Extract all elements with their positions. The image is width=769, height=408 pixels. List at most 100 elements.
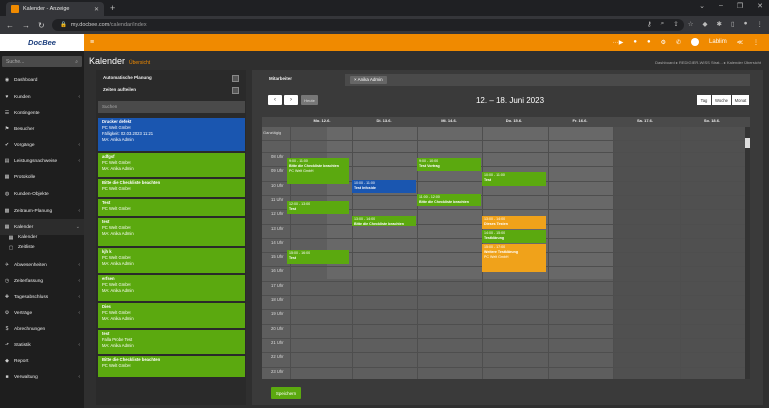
menu-dots-icon[interactable]: ⋮ [757,20,764,28]
key-icon[interactable]: ⚷ [647,20,652,28]
task-card[interactable]: Bitte die Checkliste beachten PC Welt Gmb… [98,356,245,378]
hour-label: 13 Uhr [271,225,284,231]
calendar-event[interactable]: 9:00 - 10:00 Test Vortrag [417,158,481,171]
calendar-event[interactable]: 9:00 - 11:00 Bitte die Checkliste beachte… [287,158,349,184]
close-window-icon[interactable]: ✕ [757,2,763,10]
play-icon[interactable]: ···▶ [613,39,624,46]
today-button[interactable]: Heute [301,95,318,105]
tab-close-icon[interactable]: ✕ [94,6,99,13]
next-week-button[interactable]: › [284,95,298,105]
split-times-checkbox[interactable] [232,87,239,94]
task-card[interactable]: Drucker defekt PC Welt GmbH Fälligkeit: 02… [98,118,245,152]
settings-icon[interactable]: ⚙ [661,39,666,46]
sidebar-item[interactable]: ✚ Tagesabschluss ‹ [0,289,84,305]
day-header: Mo. 12.6. [313,118,331,123]
reload-icon[interactable]: ↻ [38,21,45,30]
hamburger-icon[interactable]: ≡ [90,39,94,46]
sidebar-item[interactable]: ▤ Leistungsnachweise ‹ [0,153,84,169]
task-card[interactable]: erfsen PC Welt GmbH MA: Anika Admin [98,275,245,302]
scrollbar-thumb[interactable] [745,138,750,148]
sidebar-item[interactable]: ✈ Abwesenheiten ‹ [0,257,84,273]
sidepanel-icon[interactable]: ▯ [731,20,735,28]
prev-week-button[interactable]: ‹ [268,95,282,105]
sidebar-item[interactable]: $ Abrechnungen [0,321,84,337]
sidebar-item[interactable]: ▦ Protokolle [0,169,84,185]
url-field[interactable]: 🔒 my.docbee.com/calendar/index [52,19,684,31]
share-icon[interactable]: ⇪ [673,20,678,28]
task-card[interactable]: test PC Welt GmbH MA: Anika Admin [98,218,245,247]
task-card[interactable]: adfgsf PC Welt GmbH MA: Anika Admin [98,153,245,178]
search-icon[interactable]: ⌕ [75,59,78,65]
calendar-event[interactable]: 12:00 - 13:00 Test [287,201,349,214]
calendar-event[interactable]: 10:00 - 11:00 Test Infoside [352,180,416,193]
chevron-icon: ⌄ [75,224,80,230]
employee-select[interactable] [345,74,750,86]
task-search-input[interactable]: Suchen [98,101,245,113]
sidebar-item[interactable]: ◷ Zeiterfassung ‹ [0,273,84,289]
page-title: Kalender Übersicht [89,56,151,66]
chevron-down-icon[interactable]: ⌄ [699,2,705,10]
minimize-icon[interactable]: – [719,2,723,10]
notification-icon[interactable]: ● [633,39,637,45]
sidebar-item[interactable]: ✔ Vorgänge ‹ [0,137,84,153]
sidebar-item[interactable]: ⚙ Verträge ‹ [0,305,84,321]
task-card[interactable]: Dies PC Welt GmbH MA: Anika Admin [98,303,245,329]
hour-label: 20 Uhr [271,325,284,331]
browser-tab[interactable]: Kalender - Anzeige ✕ [6,2,104,16]
hour-label: 17 Uhr [271,282,284,288]
sidebar-item[interactable]: ⚑ Besucher [0,121,84,137]
sidebar-item[interactable]: ☰ Kontingente [0,105,84,121]
save-button[interactable]: Speichern [271,387,301,399]
docbee-logo[interactable]: DocBee [0,34,84,51]
profile-icon[interactable]: ● [744,20,748,28]
calendar-event[interactable]: 10:00 - 11:00 Test [482,172,546,186]
sidebar-item[interactable]: ▢ Zeitliste [0,242,84,253]
view-week-button[interactable]: Woche [712,95,731,105]
task-card[interactable]: Bitte die Checkliste beachten PC Welt Gmb… [98,179,245,198]
sidebar-search-input[interactable]: Suche... ⌕ [2,56,82,67]
calendar-scrollbar[interactable] [745,127,750,379]
task-card[interactable]: test Falla Probe Test MA: Anika Admin [98,330,245,355]
user-name[interactable]: Lablim [709,39,727,45]
view-month-button[interactable]: Monat [732,95,749,105]
phone-icon[interactable]: ✆ [676,39,681,46]
chevron-icon: ‹ [78,374,80,380]
new-tab-icon[interactable]: + [110,3,115,13]
view-day-button[interactable]: Tag [697,95,711,105]
breadcrumb[interactable]: Dashboard ▸ REDIGIER-WISS Strat... ▸ Kal… [655,60,761,65]
puzzle-icon[interactable]: ✱ [717,20,722,28]
sidebar-item[interactable]: ▩ Zeitraum-Planung ‹ [0,203,84,219]
calendar-event[interactable]: 15:00 - 16:00 Test [287,250,349,264]
auto-plan-checkbox[interactable] [232,75,239,82]
calendar-event[interactable]: 11:00 - 12:00 Bitte die Checkliste beacht… [417,194,481,206]
sidebar-item[interactable]: ◆ Report [0,353,84,369]
sidebar-item[interactable]: ■ Verwaltung ‹ [0,369,84,385]
calendar-event[interactable]: 13:00 - 14:00 Dieses Testen [482,216,546,229]
sidebar-item-label: Vorgänge [14,142,35,148]
hour-line [262,194,750,196]
share-menu-icon[interactable]: ≪ [737,39,743,46]
back-icon[interactable]: ← [6,21,14,30]
event-title: Bitte die Checkliste beachten [419,200,469,204]
more-icon[interactable]: ⋮ [753,39,759,46]
calendar-event[interactable]: 13:00 - 14:00 Bitte die Checkliste beacht… [352,216,416,226]
sidebar-item[interactable]: ⬏ Statistik ‹ [0,337,84,353]
maximize-icon[interactable]: ❐ [737,2,743,10]
employee-tag[interactable]: × Anika Admin [350,76,387,84]
task-card[interactable]: kjh k PC Welt GmbH MA: Anika Admin [98,248,245,274]
sidebar-item-icon: ✔ [4,142,10,148]
sidebar-item[interactable]: ◍ Kunden-Objekte [0,186,84,202]
split-times-label: Zeiten aufteilen [103,87,137,92]
zoom-icon[interactable]: ⌕ [661,20,665,28]
extension-icon[interactable]: ◆ [703,20,708,28]
sidebar-item[interactable]: ♥ Kunden ‹ [0,89,84,105]
star-icon[interactable]: ☆ [688,20,694,28]
event-title: Dieses Testen [484,222,508,226]
forward-icon[interactable]: → [22,21,30,30]
sidebar-item[interactable]: ◉ Dashboard [0,72,84,88]
avatar[interactable] [691,38,700,46]
message-icon[interactable]: ● [647,39,651,45]
calendar-event[interactable]: 15:00 - 17:00 Weitere Testklärung PC Welt … [482,244,546,272]
task-card[interactable]: Test PC Welt GmbH [98,199,245,217]
calendar-event[interactable]: 14:00 - 15:00 Testklärung [482,230,546,243]
